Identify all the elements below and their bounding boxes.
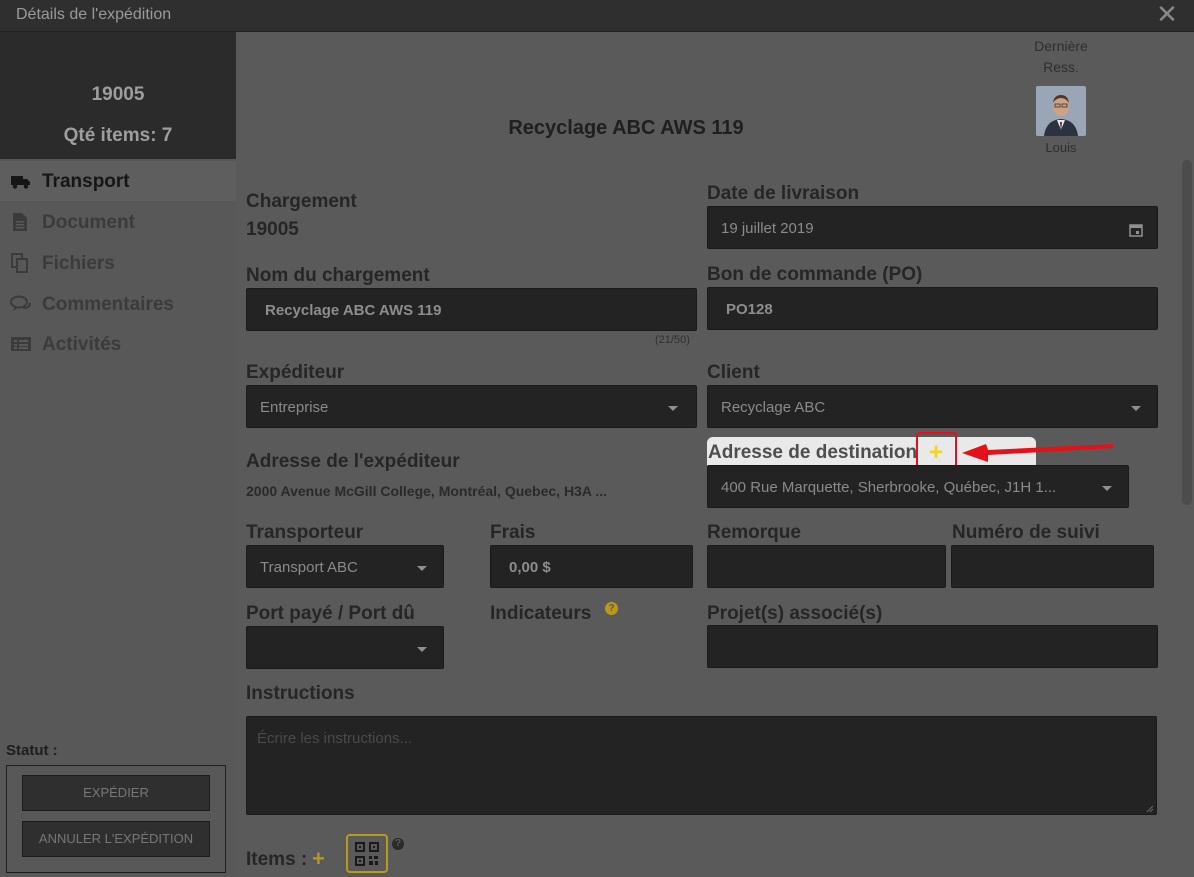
indicators-label: Indicateurs [490, 603, 592, 624]
files-icon [10, 253, 32, 273]
last-resource-label-2: Ress. [1043, 59, 1079, 75]
sidebar-item-transport[interactable]: Transport [0, 161, 236, 201]
close-icon[interactable]: ✕ [1155, 1, 1179, 27]
instructions-label: Instructions [246, 683, 355, 704]
po-input[interactable]: PO128 [707, 287, 1158, 330]
sidebar-item-files[interactable]: Fichiers [0, 243, 236, 283]
chevron-down-icon [1102, 486, 1112, 491]
client-label: Client [707, 362, 760, 383]
document-icon [10, 212, 32, 232]
chevron-down-icon [417, 566, 427, 571]
shipment-summary: 19005 Qté items: 7 [0, 32, 236, 159]
destination-address-value: 400 Rue Marquette, Sherbrooke, Québec, J… [721, 479, 1057, 496]
sidebar-item-activities[interactable]: Activités [0, 324, 236, 364]
sidebar-item-label: Commentaires [42, 294, 174, 315]
status-label: Statut : [6, 742, 58, 759]
comments-icon [10, 294, 32, 314]
related-projects-label: Projet(s) associé(s) [707, 603, 883, 624]
fees-input[interactable]: 0,00 $ [490, 545, 693, 588]
carrier-label: Transporteur [246, 522, 364, 543]
delivery-date-field[interactable]: 19 juillet 2019 [707, 206, 1158, 249]
resize-handle-icon[interactable] [1146, 805, 1154, 813]
qr-code-icon [355, 842, 379, 866]
destination-address-select[interactable]: 400 Rue Marquette, Sherbrooke, Québec, J… [707, 465, 1129, 508]
shipment-name-title: Recyclage ABC AWS 119 [508, 117, 744, 139]
sidebar-item-label: Document [42, 212, 135, 233]
window-title: Détails de l'expédition [16, 6, 172, 23]
client-value: Recyclage ABC [721, 399, 826, 416]
chargement-label: Chargement [246, 191, 357, 212]
help-icon[interactable]: ? [605, 602, 618, 615]
last-resource-user-name: Louis [1045, 140, 1077, 155]
tracking-number-input[interactable] [951, 545, 1154, 588]
truck-icon [10, 171, 32, 191]
shipment-name-label: Nom du chargement [246, 265, 430, 286]
sidebar-item-label: Fichiers [42, 253, 115, 274]
items-label: Items : [246, 849, 308, 870]
annotation-arrow [962, 444, 1114, 462]
trailer-label: Remorque [707, 522, 801, 543]
chevron-down-icon [417, 647, 427, 652]
sender-value: Entreprise [260, 399, 329, 416]
shipment-number: 19005 [91, 84, 145, 105]
last-resource-label-1: Dernière [1034, 38, 1088, 54]
help-icon[interactable]: ? [392, 838, 404, 850]
sender-label: Expéditeur [246, 362, 345, 383]
calendar-icon[interactable] [1129, 223, 1143, 242]
related-projects-input[interactable] [707, 625, 1158, 668]
client-select[interactable]: Recyclage ABC [707, 385, 1158, 428]
tracking-number-label: Numéro de suivi [952, 522, 1100, 543]
sidebar-item-document[interactable]: Document [0, 202, 236, 242]
ship-button[interactable]: EXPÉDIER [22, 775, 210, 811]
character-counter: (21/50) [655, 334, 690, 346]
po-value: PO128 [726, 301, 773, 318]
trailer-input[interactable] [707, 545, 946, 588]
chargement-value: 19005 [246, 219, 299, 240]
sidebar-item-label: Transport [42, 171, 130, 192]
add-item-icon[interactable]: + [312, 846, 325, 872]
avatar[interactable] [1036, 86, 1086, 136]
sender-address-value: 2000 Avenue McGill College, Montréal, Qu… [246, 483, 607, 499]
instructions-placeholder: Écrire les instructions... [257, 730, 413, 747]
scrollbar-thumb[interactable] [1182, 160, 1192, 505]
delivery-date-label: Date de livraison [707, 183, 860, 204]
title-bar: Détails de l'expédition ✕ [0, 0, 1194, 32]
destination-address-label: Adresse de destination [708, 442, 918, 463]
delivery-date-value: 19 juillet 2019 [721, 220, 814, 237]
chevron-down-icon [668, 406, 678, 411]
po-label: Bon de commande (PO) [707, 264, 923, 285]
sidebar-item-comments[interactable]: Commentaires [0, 284, 236, 324]
freight-terms-select[interactable] [246, 626, 444, 669]
carrier-select[interactable]: Transport ABC [246, 545, 444, 588]
shipment-name-input[interactable]: Recyclage ABC AWS 119 [246, 288, 697, 331]
carrier-value: Transport ABC [260, 559, 358, 576]
instructions-textarea[interactable]: Écrire les instructions... [246, 716, 1157, 815]
sidebar-item-label: Activités [42, 334, 122, 355]
qr-code-button[interactable] [346, 834, 388, 873]
item-quantity: Qté items: 7 [63, 125, 173, 146]
sender-select[interactable]: Entreprise [246, 385, 697, 428]
fees-value: 0,00 $ [509, 559, 551, 576]
activities-icon [10, 334, 32, 354]
cancel-shipment-button[interactable]: ANNULER L'EXPÉDITION [22, 821, 210, 857]
fees-label: Frais [490, 522, 536, 543]
sender-address-label: Adresse de l'expéditeur [246, 451, 460, 472]
chevron-down-icon [1131, 406, 1141, 411]
shipment-name-value: Recyclage ABC AWS 119 [265, 302, 442, 319]
freight-terms-label: Port payé / Port dû [246, 603, 415, 624]
